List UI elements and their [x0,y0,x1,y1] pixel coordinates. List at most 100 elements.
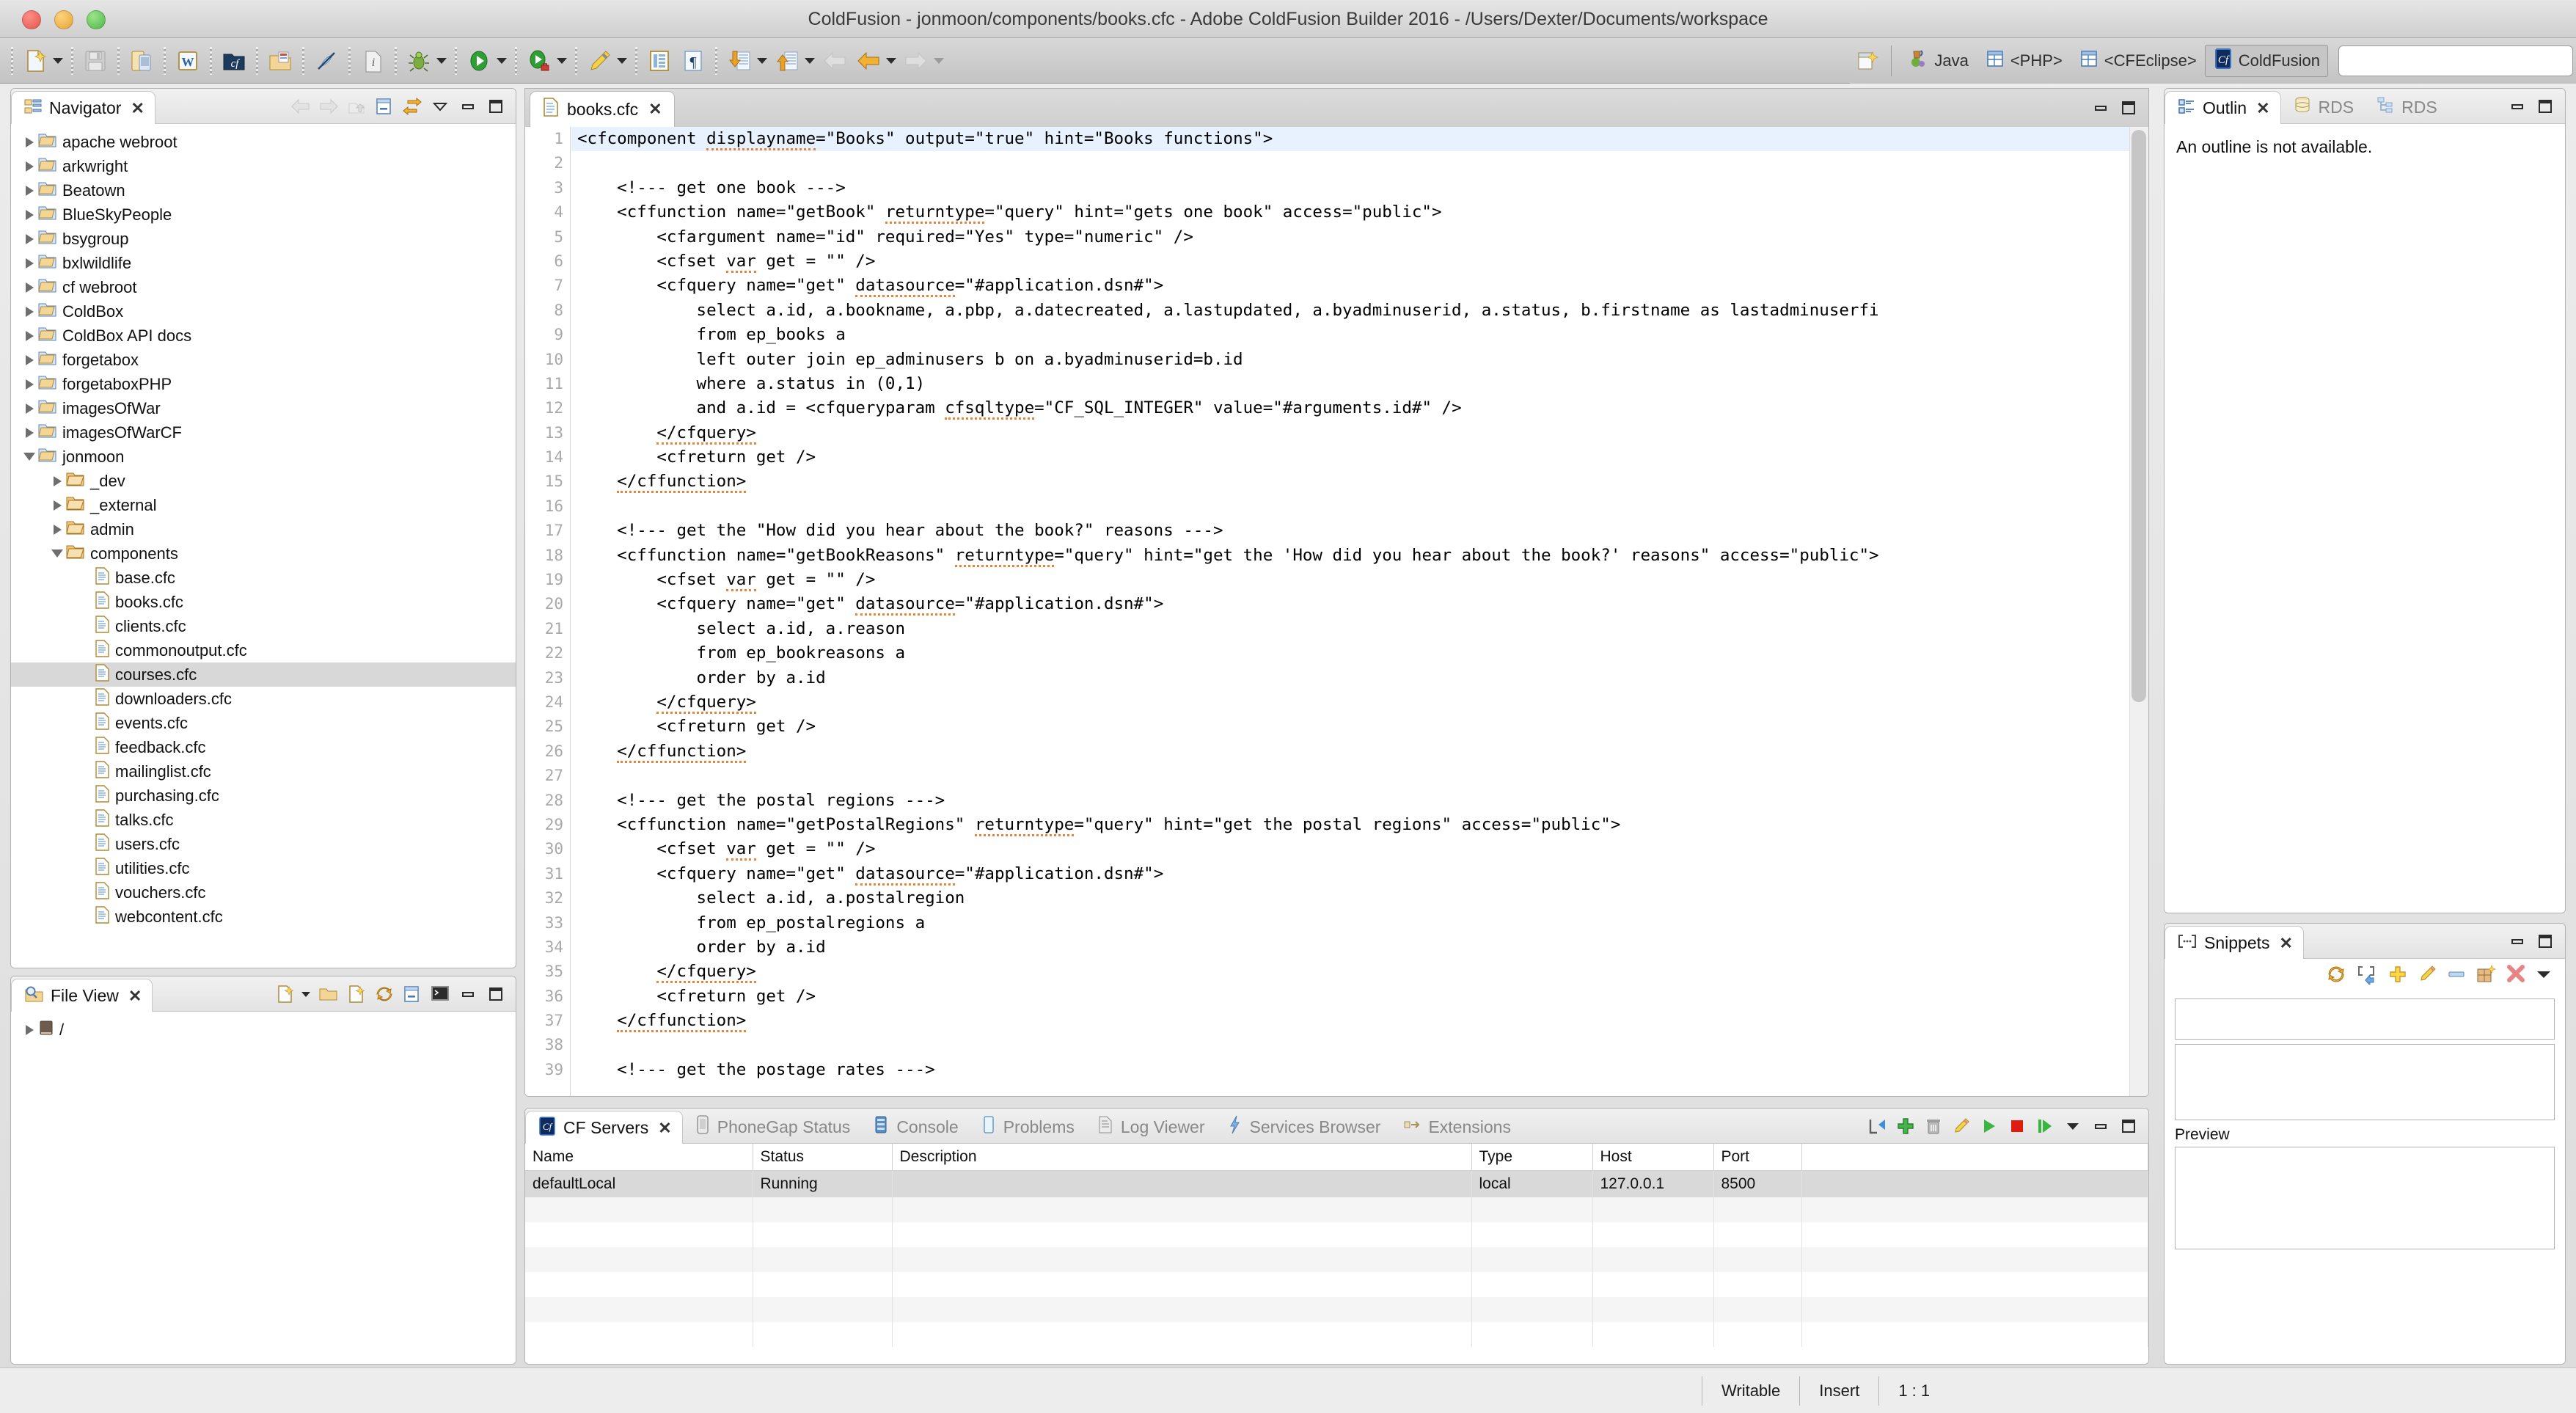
perspective-java[interactable]: Java [1899,45,1976,77]
view-menu-icon[interactable] [2534,967,2553,985]
import-dropdown-caret[interactable] [757,57,767,64]
tree-item[interactable]: feedback.cfc [11,735,516,759]
column-header[interactable]: Type [1471,1144,1593,1171]
restart-server-icon[interactable] [2032,1114,2057,1139]
tree-item[interactable]: ColdBox [11,299,516,324]
column-header[interactable]: Port [1713,1144,1802,1171]
snippet-list[interactable] [2175,1044,2555,1120]
code-line[interactable]: and a.id = <cfqueryparam cfsqltype="CF_S… [571,396,2148,420]
debug-icon[interactable] [404,46,433,76]
new-snippet-icon[interactable] [2387,964,2408,988]
outline-tabs[interactable]: Outlin ✕ RDS RDS [2165,89,2448,125]
tree-item[interactable]: BlueSkyPeople [11,202,516,227]
tree-item[interactable]: talks.cfc [11,808,516,832]
tree-item[interactable]: bxlwildlife [11,251,516,275]
close-icon[interactable]: ✕ [2280,934,2293,953]
edit-snippet-icon[interactable] [2417,964,2437,988]
add-server-icon[interactable] [1893,1114,1918,1139]
code-line[interactable]: <!--- get the postage rates ---> [571,1058,2148,1082]
paragraph-icon[interactable]: ¶ [678,46,708,76]
pencil-icon[interactable] [585,46,614,76]
tab-console[interactable]: Console [860,1110,968,1144]
tree-item[interactable]: Beatown [11,178,516,202]
perspective-php[interactable]: <PHP> [1977,45,2071,77]
tab-services-browser[interactable]: Services Browser [1215,1110,1391,1144]
export-dropdown-caret[interactable] [805,57,815,64]
maximize-icon[interactable] [2116,95,2141,120]
insert-snippet-icon[interactable] [2357,964,2379,988]
code-line[interactable]: </cffunction> [571,1009,2148,1033]
bottom-panel-tabs[interactable]: Cf CF Servers ✕ PhoneGap Status Console Probl… [525,1109,1521,1144]
import-server-icon[interactable] [1865,1114,1890,1139]
code-editor-area[interactable]: 1 2 3 4 5 6 7 8 9 10 11 12 13 14 15 16 17 18 19 20 21 22 23 24 2… [525,127,2148,1096]
column-header[interactable]: Description [892,1144,1472,1171]
tree-item[interactable]: arkwright [11,154,516,178]
expand-arrow-icon[interactable] [49,500,65,511]
maximize-icon[interactable] [2533,94,2558,119]
tab-phonegap-status[interactable]: PhoneGap Status [683,1110,861,1144]
code-line[interactable]: <cfreturn get /> [571,715,2148,739]
cf-folder-icon[interactable]: cf [219,46,249,76]
tab-extensions[interactable]: Extensions [1391,1110,1521,1144]
save-icon[interactable] [81,46,110,76]
tree-item[interactable]: commonoutput.cfc [11,638,516,662]
run-icon[interactable] [464,46,494,76]
new-file-dropdown-caret[interactable] [301,991,310,997]
code-line[interactable]: <cffunction name="getBook" returntype="q… [571,200,2148,224]
open-resource-icon[interactable] [266,46,295,76]
expand-arrow-icon[interactable] [49,524,65,535]
expand-arrow-icon[interactable] [21,354,37,365]
refresh-icon[interactable] [372,982,397,1007]
new-file-dropdown-caret[interactable] [53,57,63,64]
minimize-icon[interactable] [455,982,480,1007]
expand-arrow-icon[interactable] [21,282,37,293]
expand-arrow-icon[interactable] [21,427,37,438]
code-line[interactable]: <cffunction name="getBookReasons" return… [571,544,2148,568]
tree-item[interactable]: users.cfc [11,832,516,856]
tab-file-view[interactable]: File View ✕ [11,979,153,1012]
code-line[interactable]: <cfargument name="id" required="Yes" typ… [571,225,2148,249]
expand-arrow-icon[interactable] [21,330,37,341]
tree-item[interactable]: vouchers.cfc [11,880,516,905]
tree-item[interactable]: components [11,541,516,566]
code-line[interactable]: select a.id, a.reason [571,617,2148,641]
expand-arrow-icon[interactable] [21,258,37,269]
collapse-arrow-icon[interactable] [21,453,37,461]
tab-problems[interactable]: Problems [969,1110,1085,1144]
close-icon[interactable]: ✕ [128,987,142,1006]
tab-log-viewer[interactable]: Log Viewer [1085,1110,1215,1144]
code-line[interactable]: <cfquery name="get" datasource="#applica… [571,274,2148,298]
new-document-icon[interactable] [344,982,369,1007]
maximize-icon[interactable] [483,982,508,1007]
open-perspective-icon[interactable] [1852,46,1881,76]
remove-icon[interactable] [2446,968,2467,985]
perspective-cfeclipse[interactable]: <CFEclipse> [2071,45,2205,77]
tab-outline[interactable]: Outlin ✕ [2165,91,2281,125]
tree-item[interactable]: admin [11,517,516,541]
new-file-icon[interactable] [21,46,50,76]
code-line[interactable]: </cfquery> [571,960,2148,984]
table-icon[interactable] [645,46,674,76]
expand-arrow-icon[interactable] [21,233,37,244]
view-menu-icon[interactable] [2060,1114,2085,1139]
tree-item[interactable]: cf webroot [11,275,516,299]
tree-item[interactable]: books.cfc [11,590,516,614]
code-line[interactable]: </cffunction> [571,740,2148,764]
run-server-dropdown-caret[interactable] [557,57,567,64]
tree-item[interactable]: utilities.cfc [11,856,516,880]
page-info-icon[interactable]: i [358,46,387,76]
delete-icon[interactable] [2505,964,2525,988]
code-line[interactable]: </cfquery> [571,421,2148,445]
forward-dropdown-caret[interactable] [934,57,944,64]
tree-item[interactable]: _dev [11,469,516,493]
new-folder-icon[interactable] [2476,964,2496,988]
close-icon[interactable]: ✕ [131,99,144,118]
tab-rds-fileview[interactable]: RDS [2364,90,2448,124]
code-line[interactable]: from ep_postalregions a [571,911,2148,935]
code-line[interactable]: <!--- get the "How did you hear about th… [571,519,2148,543]
tree-item[interactable]: base.cfc [11,566,516,590]
code-line[interactable]: select a.id, a.bookname, a.pbp, a.datecr… [571,299,2148,323]
expand-arrow-icon[interactable] [21,136,37,147]
code-line[interactable]: <cfreturn get /> [571,445,2148,470]
back-dropdown-caret[interactable] [886,57,896,64]
